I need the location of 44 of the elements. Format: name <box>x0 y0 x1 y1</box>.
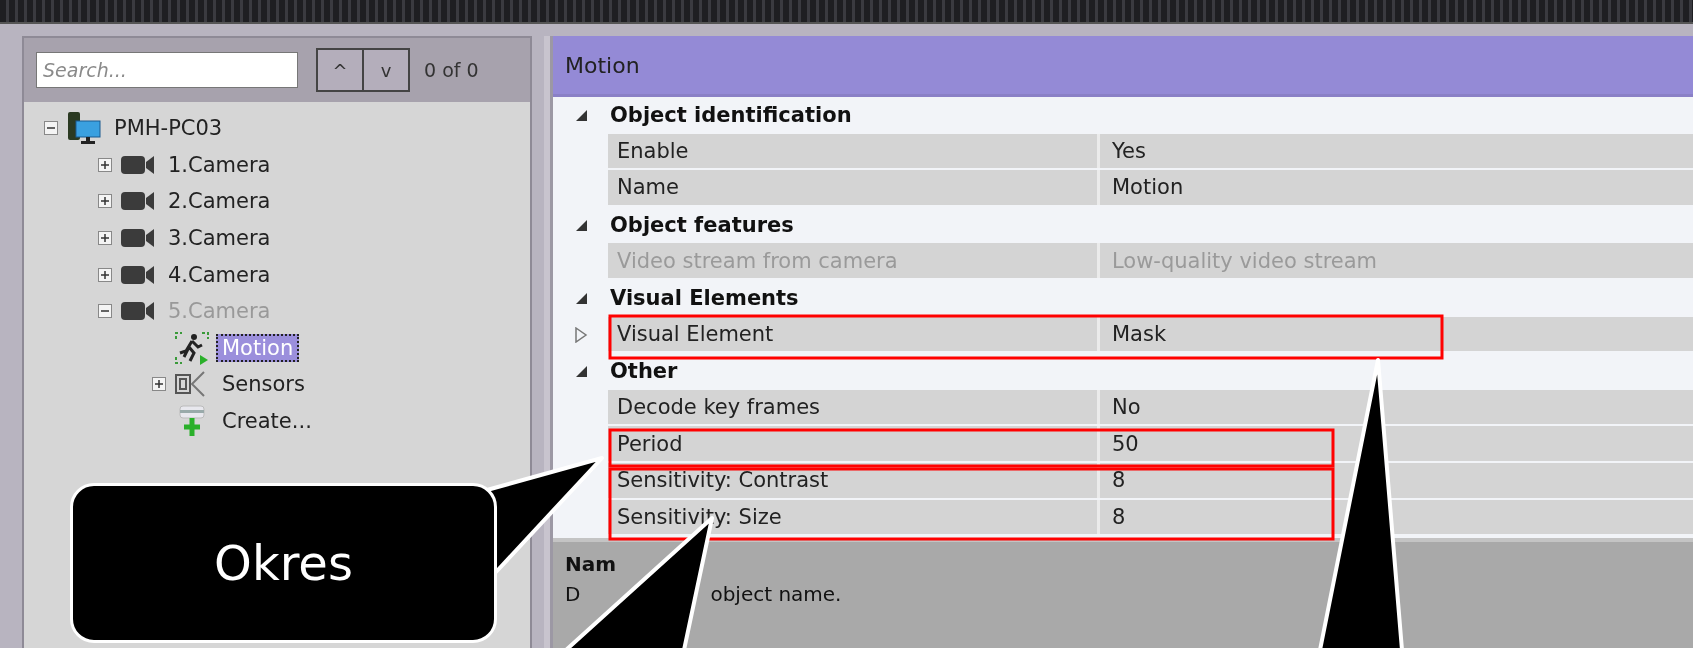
camera-icon <box>120 190 156 213</box>
expander-icon[interactable] <box>98 231 112 246</box>
section-title[interactable]: Object features <box>608 206 794 244</box>
match-count: 0 of 0 <box>424 59 479 81</box>
expander-icon[interactable] <box>98 194 112 209</box>
expand-icon[interactable] <box>573 326 588 343</box>
property-value[interactable]: Yes <box>1100 133 1693 169</box>
section-title[interactable]: Object identification <box>608 97 852 134</box>
next-button[interactable]: v <box>362 48 410 92</box>
panel-title: Motion <box>565 52 640 78</box>
help-title: Nam <box>565 552 617 576</box>
expander-icon[interactable] <box>98 157 112 172</box>
property-name: Decode key frames <box>608 389 1100 425</box>
property-name: Enable <box>608 133 1100 169</box>
property-value[interactable]: Motion <box>1100 170 1693 205</box>
camera-icon <box>120 153 156 176</box>
tree-item[interactable]: 1.Camera <box>162 150 277 179</box>
help-text: D <box>565 582 581 606</box>
property-name: Name <box>608 170 1100 205</box>
computer-icon <box>66 111 102 146</box>
camera-icon <box>120 263 156 286</box>
previous-button[interactable]: ^ <box>316 48 364 92</box>
section-title[interactable]: Visual Elements <box>608 279 799 317</box>
tree-item[interactable]: 3.Camera <box>162 224 277 253</box>
running-person-icon <box>174 330 210 365</box>
camera-icon <box>120 300 156 323</box>
property-name: Period <box>608 426 1100 461</box>
property-value[interactable]: Mask <box>1100 316 1693 352</box>
camera-icon <box>120 227 156 250</box>
tree-item[interactable]: 4.Camera <box>162 260 277 289</box>
property-value[interactable]: No <box>1100 389 1693 425</box>
property-name: Video stream from camera <box>608 243 1100 278</box>
tree-item[interactable]: 2.Camera <box>162 187 277 216</box>
property-value[interactable]: 50 <box>1100 426 1693 461</box>
search-field[interactable]: Search... <box>36 52 298 88</box>
tree-item[interactable]: PMH-PC03 <box>108 114 229 143</box>
callout-text: Okres <box>214 535 353 591</box>
section-title[interactable]: Other <box>608 353 678 390</box>
expander-icon[interactable] <box>44 121 58 136</box>
property-name: Visual Element <box>608 316 1100 352</box>
expander-icon[interactable] <box>98 267 112 282</box>
help-text: object name. <box>710 582 842 606</box>
property-name: Sensitivity: Size <box>608 499 1100 535</box>
property-value[interactable]: 8 <box>1100 499 1693 535</box>
